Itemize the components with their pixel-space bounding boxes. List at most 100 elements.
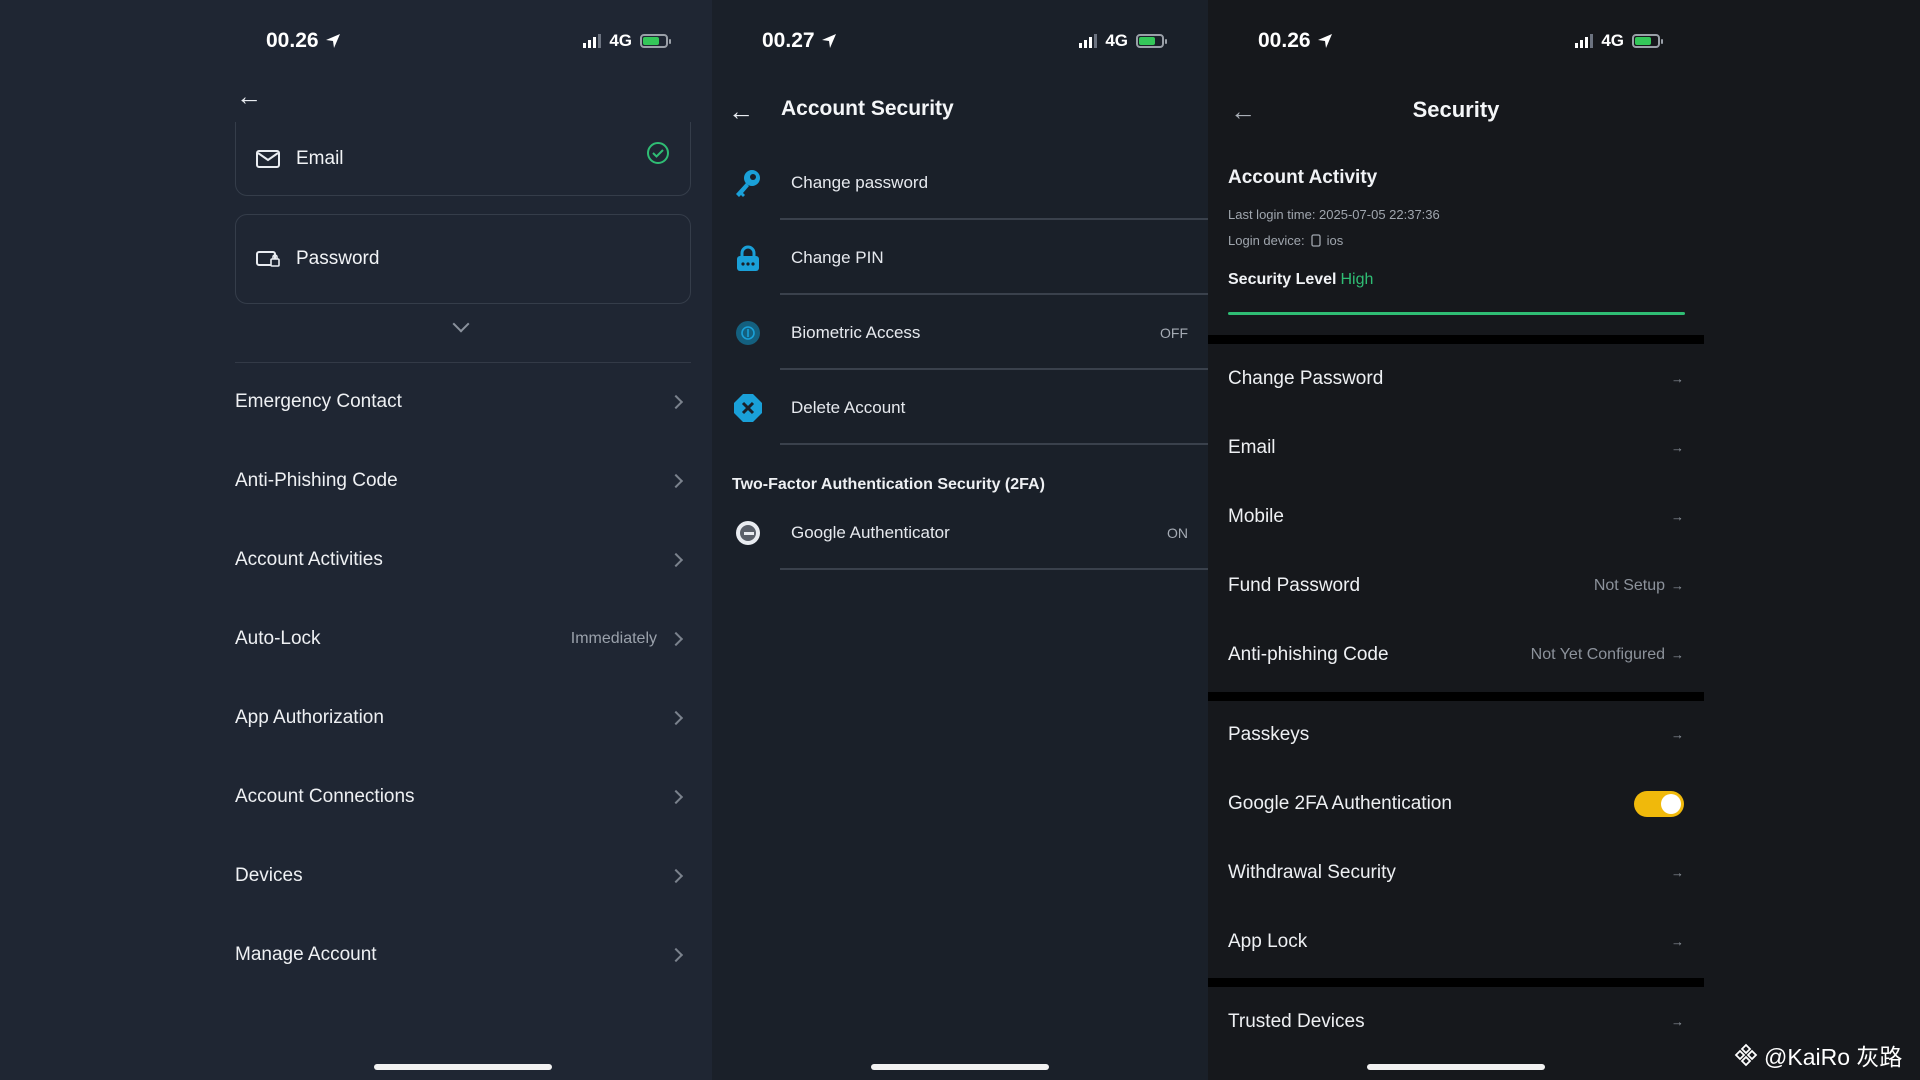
row-label: App Authorization (235, 707, 384, 728)
row-label: Account Connections (235, 786, 415, 807)
row-mobile[interactable]: Mobile → (1208, 482, 1704, 551)
row-label: Fund Password (1228, 574, 1361, 596)
row-label: Delete Account (791, 397, 906, 417)
chevron-right-icon (668, 394, 684, 410)
password-icon (256, 249, 280, 269)
section-separator (1208, 335, 1704, 344)
row-devices[interactable]: Devices (235, 846, 691, 906)
password-card[interactable]: Password (235, 214, 691, 304)
row-label: Mobile (1228, 505, 1284, 527)
chevron-right-icon (668, 710, 684, 726)
row-manage-account[interactable]: Manage Account (235, 925, 691, 985)
row-anti-phishing-code[interactable]: Anti-Phishing Code (235, 451, 691, 511)
page-title: Security (1412, 97, 1500, 122)
row-emergency-contact[interactable]: Emergency Contact (235, 372, 691, 432)
row-label: Devices (235, 865, 303, 886)
row-label: Change Password (1228, 367, 1384, 389)
row-biometric-access[interactable]: Biometric Access OFF (712, 295, 1208, 370)
network-type: 4G (609, 31, 632, 50)
arrow-right-icon: → (1671, 647, 1684, 662)
login-device-value: ios (1326, 233, 1344, 248)
google-2fa-toggle[interactable] (1634, 790, 1684, 817)
background-area (1704, 0, 1920, 1080)
phone-icon (1310, 234, 1321, 247)
divider (235, 362, 691, 363)
row-app-authorization[interactable]: App Authorization (235, 688, 691, 748)
authenticator-status: ON (1167, 524, 1188, 541)
chevron-right-icon (668, 473, 684, 489)
account-activity-title: Account Activity (1228, 167, 1378, 188)
row-label: Withdrawal Security (1228, 861, 1396, 883)
row-app-lock[interactable]: App Lock → (1208, 907, 1704, 976)
row-label: Change password (791, 172, 929, 192)
battery-icon (640, 34, 671, 48)
arrow-right-icon: → (1671, 865, 1684, 880)
toggle-knob (1661, 793, 1681, 814)
chevron-right-icon (668, 552, 684, 568)
security-level-label: Security Level (1228, 271, 1337, 288)
section-title-2fa: Two-Factor Authentication Security (2FA) (732, 476, 1045, 493)
row-value: Immediately (570, 630, 657, 647)
row-value: Not Yet Configured (1530, 645, 1665, 663)
divider (780, 568, 1208, 570)
arrow-right-icon: → (1671, 509, 1684, 524)
network-type: 4G (1601, 31, 1624, 50)
row-email[interactable]: Email → (1208, 413, 1704, 482)
row-label: Anti-phishing Code (1228, 643, 1389, 665)
row-label: Auto-Lock (235, 628, 321, 649)
email-label: Email (296, 147, 344, 169)
back-arrow-icon[interactable]: ← (236, 83, 262, 109)
row-change-pin[interactable]: Change PIN (712, 220, 1208, 295)
row-trusted-devices[interactable]: Trusted Devices → (1208, 987, 1704, 1056)
row-label: Trusted Devices (1228, 1010, 1365, 1032)
row-change-password[interactable]: Change Password → (1208, 344, 1704, 413)
mail-icon (256, 149, 280, 169)
row-label: Change PIN (791, 247, 884, 267)
row-google-2fa: Google 2FA Authentication (1208, 769, 1704, 838)
security-level-bar (1228, 312, 1685, 315)
arrow-right-icon: → (1671, 578, 1684, 593)
status-time: 00.26 (1258, 29, 1311, 52)
row-google-authenticator[interactable]: Google Authenticator ON (712, 495, 1208, 570)
back-arrow-icon[interactable]: ← (728, 98, 754, 124)
row-withdrawal-security[interactable]: Withdrawal Security → (1208, 838, 1704, 907)
key-icon (732, 167, 764, 199)
row-anti-phishing-code[interactable]: Anti-phishing Code Not Yet Configured → (1208, 620, 1704, 689)
home-indicator (871, 1064, 1049, 1070)
signal-icon (1079, 34, 1098, 48)
row-label: Email (1228, 436, 1276, 458)
row-change-password[interactable]: Change password (712, 145, 1208, 220)
chevron-right-icon (668, 868, 684, 884)
home-indicator (1367, 1064, 1545, 1070)
arrow-right-icon: → (1671, 934, 1684, 949)
login-device: Login device: ios (1228, 233, 1343, 248)
row-passkeys[interactable]: Passkeys → (1208, 700, 1704, 769)
home-indicator (374, 1064, 552, 1070)
chevron-right-icon (668, 789, 684, 805)
last-login-time: Last login time: 2025-07-05 22:37:36 (1228, 207, 1440, 222)
row-account-activities[interactable]: Account Activities (235, 530, 691, 590)
watermark-text: @KaiRo 灰路 (1764, 1044, 1903, 1070)
row-label: App Lock (1228, 930, 1308, 952)
row-auto-lock[interactable]: Auto-Lock Immediately (235, 609, 691, 669)
biometric-status: OFF (1160, 324, 1188, 341)
row-label: Google Authenticator (791, 522, 950, 542)
row-label: Emergency Contact (235, 391, 402, 412)
delete-icon (732, 392, 764, 424)
location-arrow-icon (325, 34, 340, 48)
section-separator (1208, 978, 1704, 987)
chevron-right-icon (668, 631, 684, 647)
watermark-logo-icon (1734, 1043, 1758, 1067)
row-label: Google 2FA Authentication (1228, 792, 1452, 814)
row-fund-password[interactable]: Fund Password Not Setup → (1208, 551, 1704, 620)
row-account-connections[interactable]: Account Connections (235, 767, 691, 827)
arrow-right-icon: → (1671, 727, 1684, 742)
arrow-right-icon: → (1671, 1014, 1684, 1029)
status-time: 00.26 (266, 29, 319, 52)
location-arrow-icon (1317, 34, 1332, 48)
battery-icon (1632, 34, 1663, 48)
password-label: Password (296, 248, 380, 269)
row-value: Not Setup (1593, 576, 1665, 594)
email-card[interactable]: Email (235, 122, 691, 196)
row-delete-account[interactable]: Delete Account (712, 370, 1208, 445)
